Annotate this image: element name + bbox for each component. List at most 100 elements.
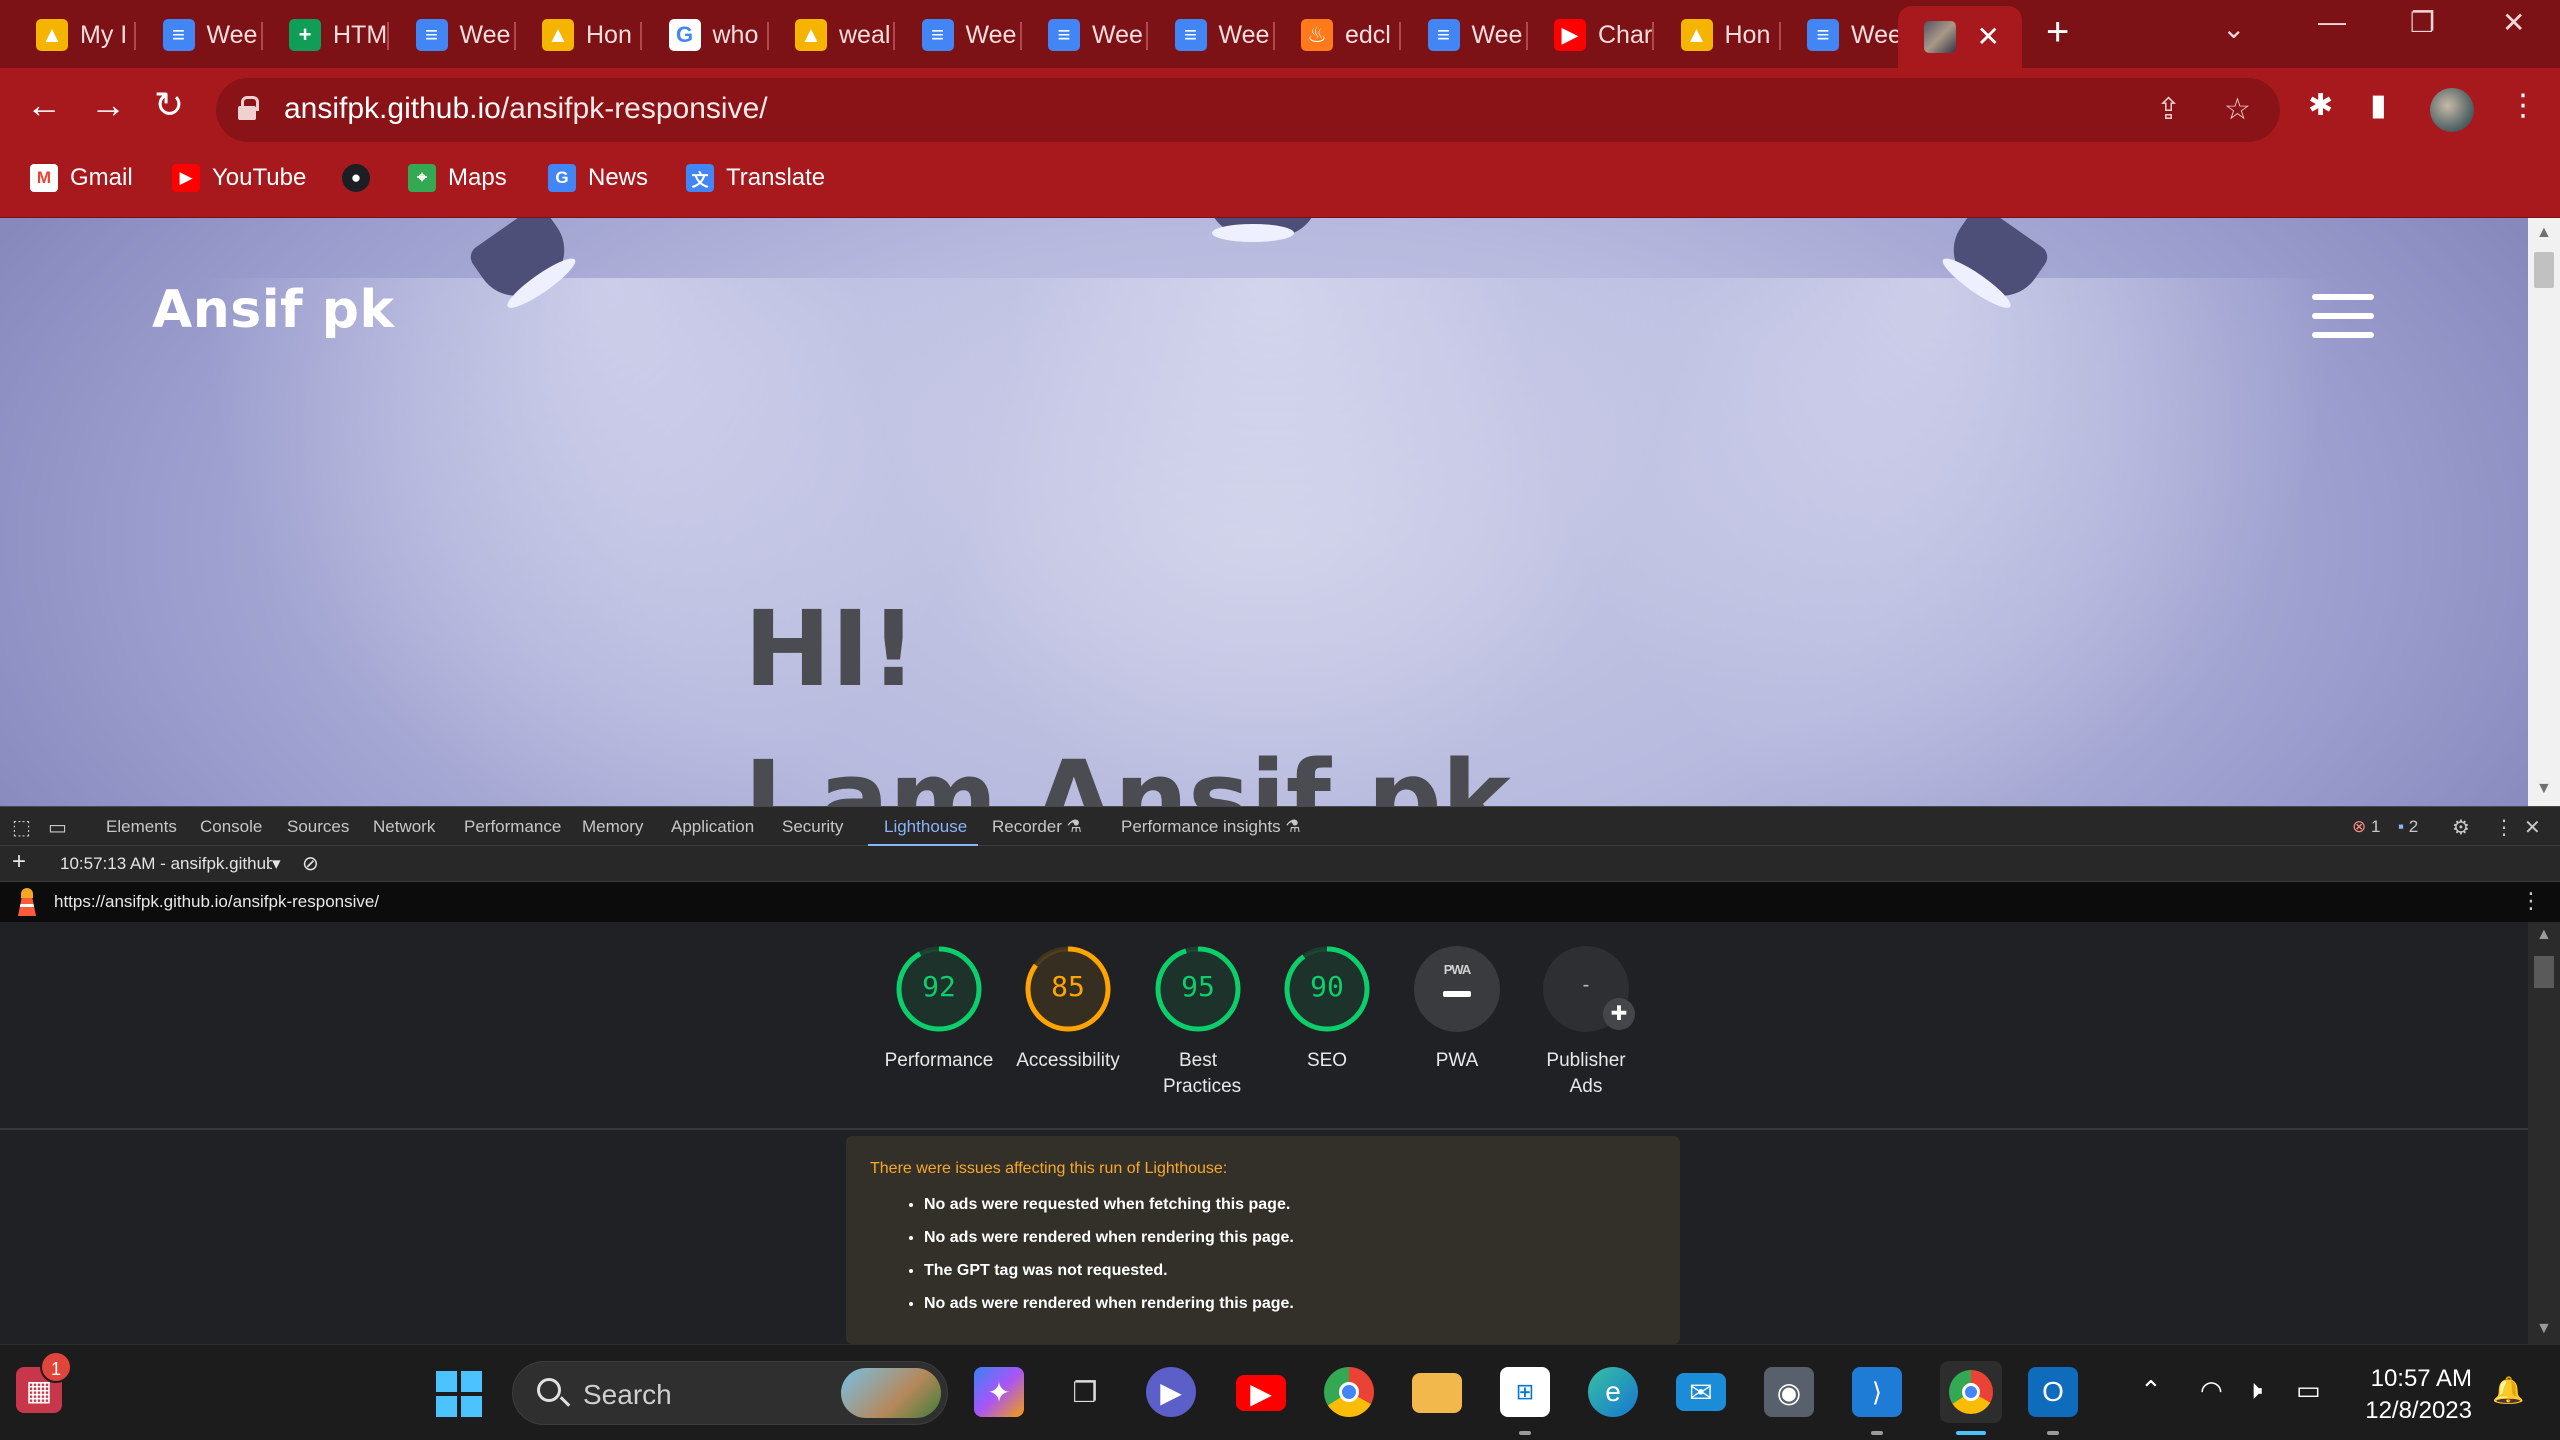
forward-button[interactable]: →	[90, 84, 126, 126]
volume-muted-icon[interactable]: 🕨	[2246, 1375, 2262, 1407]
profile-avatar[interactable]	[2430, 88, 2474, 132]
tab-memory[interactable]: Memory	[582, 817, 643, 837]
devtools-settings-icon[interactable]: ⚙	[2452, 815, 2470, 840]
scroll-up-icon[interactable]: ▲	[2536, 926, 2552, 944]
youtube-app-icon[interactable]: ▶	[1236, 1375, 1286, 1411]
bookmark-translate[interactable]: 文 Translate	[686, 164, 825, 192]
browser-tab[interactable]: ≡ Wee	[137, 6, 263, 64]
taskbar-search[interactable]: Search	[512, 1361, 948, 1425]
gauge-publisher-ads[interactable]: - ✚ Publisher Ads	[1521, 946, 1651, 1100]
show-hidden-icons[interactable]: ⌃	[2140, 1375, 2162, 1406]
close-tab-icon[interactable]: ✕	[1977, 20, 2000, 53]
devtools-close-icon[interactable]: ✕	[2524, 815, 2541, 840]
browser-tab[interactable]: ▲ Hon	[516, 6, 642, 64]
battery-icon[interactable]: ▭	[2296, 1375, 2321, 1406]
active-tab[interactable]: ✕	[1898, 6, 2022, 68]
tab-performance-insights[interactable]: Performance insights ⚗	[1121, 817, 1301, 837]
mail-icon[interactable]: ✉	[1676, 1373, 1726, 1411]
tab-security[interactable]: Security	[782, 817, 843, 837]
devtools-menu-icon[interactable]: ⋮	[2494, 815, 2514, 840]
tab-lighthouse[interactable]: Lighthouse	[884, 817, 967, 837]
browser-tab[interactable]: ≡ Wee	[390, 6, 516, 64]
back-button[interactable]: ←	[26, 84, 62, 126]
browser-tab[interactable]: ▲ weal	[769, 6, 895, 64]
hamburger-menu-icon[interactable]	[2312, 294, 2374, 338]
tab-network[interactable]: Network	[373, 817, 435, 837]
site-logo[interactable]: Ansif pk	[152, 280, 395, 340]
wifi-icon[interactable]: ◠	[2200, 1375, 2223, 1406]
browser-tab[interactable]: ♨ edcl	[1275, 6, 1401, 64]
bookmark-github[interactable]: ●	[342, 164, 370, 192]
browser-tab[interactable]: ▲ Hon	[1655, 6, 1781, 64]
url-text[interactable]: ansifpk.github.io/ansifpk-responsive/	[284, 92, 768, 126]
devtools-scrollbar[interactable]: ▲ ▼	[2528, 922, 2560, 1344]
teams-chat-icon[interactable]: ▶	[1146, 1367, 1196, 1417]
browser-tab[interactable]: Gwho	[643, 6, 769, 64]
gauge-performance[interactable]: 92 Performance	[874, 946, 1004, 1074]
bookmark-youtube[interactable]: ▶ YouTube	[172, 164, 306, 192]
gauge-best-practices[interactable]: 95 Best Practices	[1133, 946, 1263, 1100]
extensions-icon[interactable]: ✱	[2308, 88, 2333, 123]
chrome-menu-icon[interactable]: ⋮	[2508, 88, 2538, 123]
inspect-element-icon[interactable]: ⬚	[12, 815, 31, 840]
gauge-accessibility[interactable]: 85 Accessibility	[1003, 946, 1133, 1074]
browser-tab[interactable]: ▲ My I	[10, 6, 136, 64]
outlook-new-icon[interactable]: O	[2028, 1367, 2078, 1417]
tab-application[interactable]: Application	[671, 817, 754, 837]
clock[interactable]: 10:57 AM 12/8/2023	[2360, 1363, 2472, 1427]
new-report-icon[interactable]: +	[12, 848, 26, 876]
microsoft-store-icon[interactable]: ⊞	[1500, 1367, 1550, 1417]
bookmark-news[interactable]: G News	[548, 164, 648, 192]
browser-tab[interactable]: ≡ Wee	[1781, 6, 1907, 64]
browser-tab[interactable]: + HTM	[263, 6, 389, 64]
camera-icon[interactable]: ◉	[1764, 1367, 1814, 1417]
scroll-thumb[interactable]	[2534, 956, 2554, 988]
chrome-active-icon[interactable]	[1940, 1361, 2002, 1423]
browser-tab[interactable]: ≡ Wee	[1022, 6, 1148, 64]
window-close-icon[interactable]: ✕	[2502, 6, 2525, 39]
report-menu-icon[interactable]: ⋮	[2520, 888, 2542, 914]
error-count[interactable]: ⊗ 1	[2352, 817, 2380, 837]
lock-icon[interactable]	[238, 96, 259, 122]
gauge-pwa[interactable]: PWA PWA	[1392, 946, 1522, 1074]
tab-sources[interactable]: Sources	[287, 817, 349, 837]
scroll-up-icon[interactable]: ▲	[2536, 224, 2552, 242]
share-icon[interactable]: ⇪	[2156, 92, 2181, 127]
file-explorer-icon[interactable]	[1412, 1373, 1462, 1413]
scroll-down-icon[interactable]: ▼	[2536, 1320, 2552, 1338]
browser-tab[interactable]: ≡ Wee	[896, 6, 1022, 64]
task-view-icon[interactable]: ❐	[1060, 1367, 1110, 1417]
scroll-thumb[interactable]	[2534, 252, 2554, 288]
bookmark-star-icon[interactable]: ☆	[2224, 92, 2251, 127]
browser-tab[interactable]: ≡ Wee	[1402, 6, 1528, 64]
tab-search-icon[interactable]: ⌄	[2222, 12, 2245, 45]
tab-recorder[interactable]: Recorder ⚗	[992, 817, 1082, 837]
report-selector[interactable]: 10:57:13 AM - ansifpk.github.io▾	[60, 854, 281, 874]
page-scrollbar[interactable]: ▲ ▼	[2528, 218, 2560, 806]
minimize-icon[interactable]: —	[2318, 6, 2346, 38]
report-url[interactable]: https://ansifpk.github.io/ansifpk-respon…	[54, 892, 379, 912]
new-tab-button[interactable]: +	[2046, 10, 2069, 55]
tab-console[interactable]: Console	[200, 817, 262, 837]
bookmark-gmail[interactable]: M Gmail	[30, 164, 133, 192]
address-bar[interactable]: ansifpk.github.io/ansifpk-responsive/ ⇪ …	[216, 78, 2280, 142]
browser-tab[interactable]: ▶ Char	[1528, 6, 1654, 64]
restore-icon[interactable]: ❐	[2410, 6, 2435, 39]
start-button[interactable]	[436, 1371, 482, 1417]
tab-elements[interactable]: Elements	[106, 817, 177, 837]
chrome-icon[interactable]	[1324, 1367, 1374, 1417]
edge-icon[interactable]: e	[1588, 1367, 1638, 1417]
clear-reports-icon[interactable]: ⊘	[302, 851, 319, 876]
tab-performance[interactable]: Performance	[464, 817, 561, 837]
gauge-seo[interactable]: 90 SEO	[1262, 946, 1392, 1074]
copilot-icon[interactable]: ✦	[974, 1367, 1024, 1417]
notifications-bell-icon[interactable]: 🔔	[2492, 1375, 2524, 1406]
device-toolbar-icon[interactable]: ▭	[48, 815, 67, 840]
browser-tab[interactable]: ≡ Wee	[1149, 6, 1275, 64]
side-panel-icon[interactable]: ▮	[2370, 88, 2387, 123]
vscode-icon[interactable]: ⟩	[1852, 1367, 1902, 1417]
message-count[interactable]: ▪ 2	[2398, 817, 2418, 837]
reload-button[interactable]: ↻	[154, 84, 184, 126]
bookmark-maps[interactable]: ⌖ Maps	[408, 164, 507, 192]
scroll-down-icon[interactable]: ▼	[2536, 780, 2552, 798]
